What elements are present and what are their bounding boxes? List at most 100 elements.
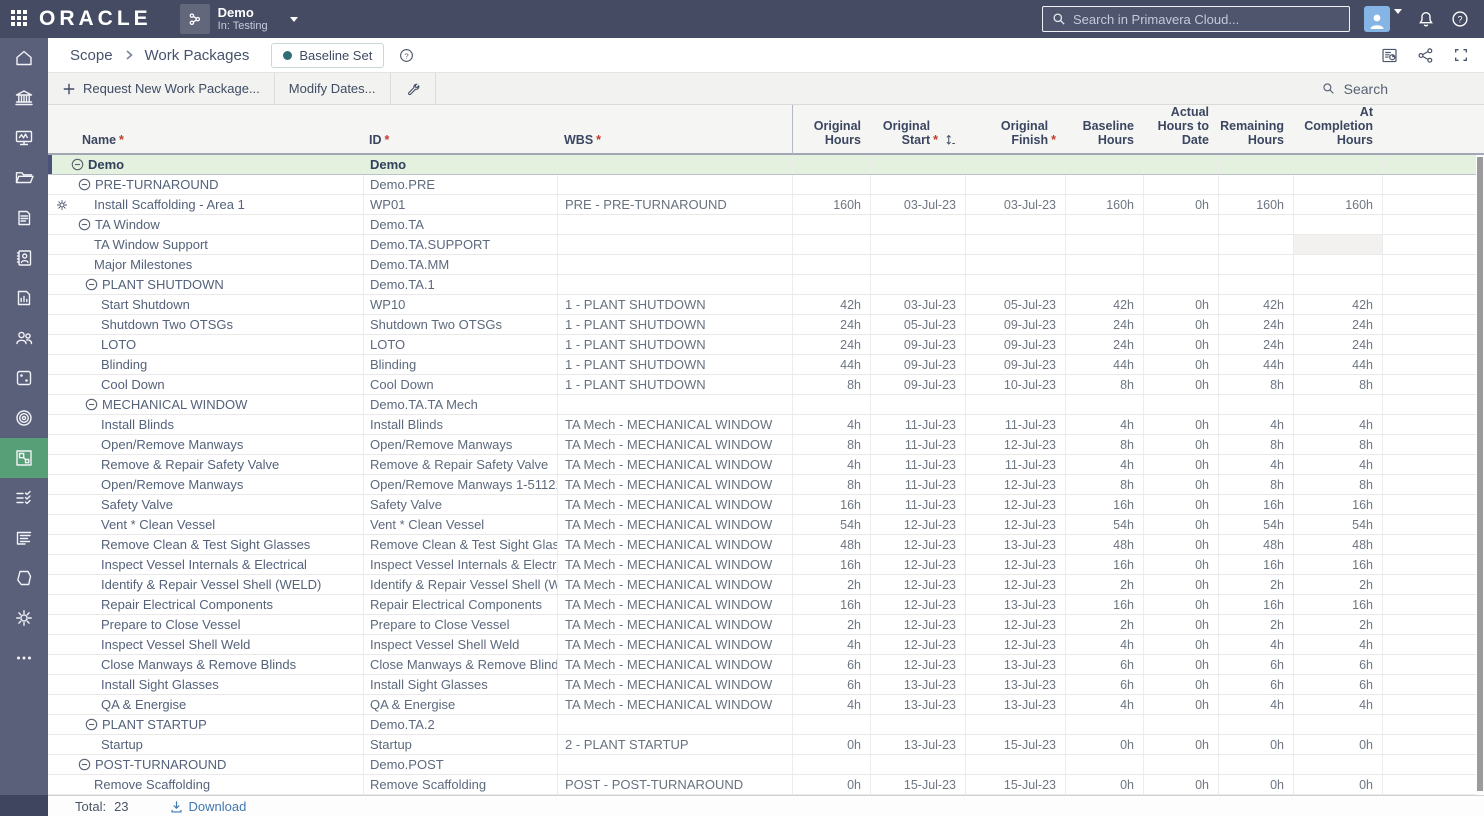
cell-name[interactable]: TA Window Support	[48, 235, 363, 254]
cell-ch[interactable]: 16h	[1293, 555, 1382, 574]
sidebar-item-dice[interactable]	[0, 358, 48, 398]
cell-wbs[interactable]: 1 - PLANT SHUTDOWN	[557, 335, 792, 354]
modify-dates-button[interactable]: Modify Dates...	[275, 72, 391, 105]
cell-rh[interactable]: 42h	[1218, 295, 1293, 314]
global-search-input[interactable]	[1073, 11, 1341, 27]
table-row[interactable]: Startup Startup 2 - PLANT STARTUP 0h 13-Jul-…	[48, 735, 1476, 755]
cell-ah[interactable]	[1143, 175, 1218, 194]
help-icon[interactable]: ?	[1450, 9, 1470, 29]
cell-ah[interactable]: 0h	[1143, 675, 1218, 694]
table-row[interactable]: POST-TURNAROUND Demo.POST	[48, 755, 1476, 775]
cell-bh[interactable]	[1065, 255, 1143, 274]
column-header-os[interactable]: Original Start *	[870, 105, 965, 154]
cell-id[interactable]: Install Blinds	[363, 415, 557, 434]
cell-bh[interactable]	[1065, 755, 1143, 774]
share-icon[interactable]	[1416, 46, 1435, 65]
cell-bh[interactable]: 8h	[1065, 375, 1143, 394]
cell-wbs[interactable]	[557, 255, 792, 274]
page-help-icon[interactable]: ?	[398, 47, 415, 64]
sidebar-item-projects-folder[interactable]	[0, 158, 48, 198]
collapse-icon[interactable]	[78, 218, 91, 231]
cell-of[interactable]	[965, 215, 1065, 234]
cell-ah[interactable]	[1143, 215, 1218, 234]
cell-wbs[interactable]: TA Mech - MECHANICAL WINDOW	[557, 595, 792, 614]
cell-name[interactable]: Vent * Clean Vessel	[48, 515, 363, 534]
cell-name[interactable]: Shutdown Two OTSGs	[48, 315, 363, 334]
cell-of[interactable]: 12-Jul-23	[965, 435, 1065, 454]
cell-wbs[interactable]: TA Mech - MECHANICAL WINDOW	[557, 555, 792, 574]
cell-oh[interactable]: 44h	[792, 355, 870, 374]
cell-ch[interactable]	[1293, 755, 1382, 774]
cell-rh[interactable]: 24h	[1218, 335, 1293, 354]
cell-ch[interactable]: 6h	[1293, 675, 1382, 694]
sidebar-item-dashboards[interactable]	[0, 118, 48, 158]
cell-id[interactable]: Shutdown Two OTSGs	[363, 315, 557, 334]
scrollbar-thumb[interactable]	[1477, 157, 1483, 791]
collapse-icon[interactable]	[71, 158, 84, 171]
cell-of[interactable]: 09-Jul-23	[965, 315, 1065, 334]
cell-of[interactable]: 03-Jul-23	[965, 195, 1065, 214]
cell-name[interactable]: Start Shutdown	[48, 295, 363, 314]
notifications-bell-icon[interactable]	[1416, 9, 1436, 29]
cell-ah[interactable]: 0h	[1143, 295, 1218, 314]
cell-of[interactable]: 15-Jul-23	[965, 735, 1065, 754]
cell-id[interactable]: Demo.TA.TA Mech	[363, 395, 557, 414]
cell-ah[interactable]: 0h	[1143, 735, 1218, 754]
cell-rh[interactable]	[1218, 215, 1293, 234]
cell-bh[interactable]: 6h	[1065, 655, 1143, 674]
cell-oh[interactable]	[792, 255, 870, 274]
cell-oh[interactable]: 16h	[792, 595, 870, 614]
cell-ch[interactable]: 4h	[1293, 635, 1382, 654]
cell-name[interactable]: Safety Valve	[48, 495, 363, 514]
cell-bh[interactable]: 24h	[1065, 335, 1143, 354]
request-new-work-package-button[interactable]: Request New Work Package...	[48, 72, 275, 105]
cell-oh[interactable]	[792, 395, 870, 414]
cell-wbs[interactable]: TA Mech - MECHANICAL WINDOW	[557, 415, 792, 434]
cell-id[interactable]: Open/Remove Manways 1-51121	[363, 475, 557, 494]
cell-rh[interactable]: 16h	[1218, 555, 1293, 574]
cell-bh[interactable]: 2h	[1065, 615, 1143, 634]
cell-ah[interactable]: 0h	[1143, 195, 1218, 214]
cell-of[interactable]: 12-Jul-23	[965, 555, 1065, 574]
cell-ch[interactable]: 16h	[1293, 495, 1382, 514]
cell-bh[interactable]: 16h	[1065, 495, 1143, 514]
cell-oh[interactable]: 4h	[792, 415, 870, 434]
cell-wbs[interactable]: 1 - PLANT SHUTDOWN	[557, 315, 792, 334]
cell-wbs[interactable]: TA Mech - MECHANICAL WINDOW	[557, 655, 792, 674]
cell-name[interactable]: Blinding	[48, 355, 363, 374]
column-header-rh[interactable]: Remaining Hours	[1218, 105, 1293, 154]
cell-wbs[interactable]: TA Mech - MECHANICAL WINDOW	[557, 475, 792, 494]
cell-wbs[interactable]: TA Mech - MECHANICAL WINDOW	[557, 575, 792, 594]
cell-oh[interactable]: 8h	[792, 435, 870, 454]
cell-id[interactable]: Open/Remove Manways	[363, 435, 557, 454]
cell-name[interactable]: Open/Remove Manways	[48, 435, 363, 454]
cell-bh[interactable]	[1065, 215, 1143, 234]
collapse-icon[interactable]	[78, 758, 91, 771]
cell-ch[interactable]: 8h	[1293, 475, 1382, 494]
row-gear-icon[interactable]	[55, 198, 69, 212]
sidebar-item-home[interactable]	[0, 38, 48, 78]
cell-os[interactable]: 13-Jul-23	[870, 735, 965, 754]
table-row[interactable]: Open/Remove Manways Open/Remove Manways TA…	[48, 435, 1476, 455]
sidebar-item-wbs-outline[interactable]	[0, 518, 48, 558]
cell-wbs[interactable]	[557, 175, 792, 194]
cell-oh[interactable]: 4h	[792, 635, 870, 654]
cell-name[interactable]: Install Blinds	[48, 415, 363, 434]
cell-oh[interactable]	[792, 215, 870, 234]
cell-of[interactable]: 13-Jul-23	[965, 655, 1065, 674]
sidebar-item-documents[interactable]	[0, 198, 48, 238]
cell-bh[interactable]: 42h	[1065, 295, 1143, 314]
cell-id[interactable]: Remove Scaffolding	[363, 775, 557, 794]
cell-rh[interactable]: 6h	[1218, 655, 1293, 674]
cell-of[interactable]: 11-Jul-23	[965, 415, 1065, 434]
cell-id[interactable]: Demo.TA	[363, 215, 557, 234]
cell-ah[interactable]: 0h	[1143, 695, 1218, 714]
download-link[interactable]: Download	[169, 799, 246, 814]
cell-bh[interactable]: 54h	[1065, 515, 1143, 534]
cell-bh[interactable]	[1065, 175, 1143, 194]
cell-oh[interactable]: 6h	[792, 655, 870, 674]
cell-of[interactable]: 15-Jul-23	[965, 775, 1065, 794]
cell-of[interactable]: 12-Jul-23	[965, 475, 1065, 494]
cell-bh[interactable]	[1065, 275, 1143, 294]
cell-bh[interactable]: 44h	[1065, 355, 1143, 374]
